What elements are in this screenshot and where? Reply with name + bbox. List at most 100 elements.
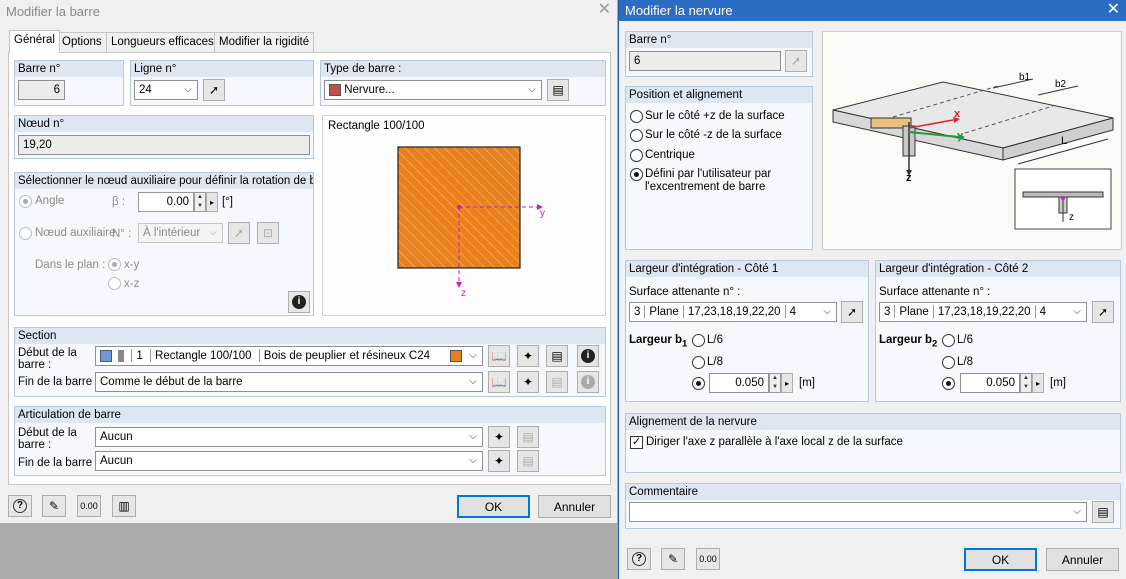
tab-options[interactable]: Options [57,32,107,52]
diagram-L: L [1061,135,1068,147]
ok-button[interactable]: OK [964,548,1037,571]
side1-surface-select[interactable]: 3 Plane 17,23,18,19,22,20 4 ⌵ [629,302,837,322]
cancel-button[interactable]: Annuler [538,495,611,518]
new-icon: ✦ [522,349,534,363]
pos-plus-z-label: Sur le côté +z de la surface [645,110,785,122]
side1-arrow-button[interactable]: ▸ [781,373,793,393]
section-new-button[interactable]: ✦ [517,345,539,367]
plane-label: Dans le plan : [35,259,106,271]
side2-l6-radio[interactable] [942,334,955,347]
side1-unit: [m] [799,377,815,389]
report-button[interactable]: ▥ [112,495,136,517]
section-end-select[interactable]: Comme le début de la barre ⌵ [95,372,483,392]
section-end-library-button[interactable]: 📖 [488,371,510,393]
book-icon: 📖 [491,349,507,363]
side1-surface-label: Surface attenante n° : [629,286,741,298]
beta-arrow-button[interactable]: ▸ [206,192,218,212]
edit-type-button[interactable]: ▤ [547,79,569,101]
close-icon[interactable]: ✕ [598,1,611,19]
help-button[interactable]: ? [8,495,32,517]
aux-node-label: Nœud auxiliaire [35,227,116,239]
tab-rigidite[interactable]: Modifier la rigidité [214,32,315,52]
section-start-select[interactable]: 1 Rectangle 100/100 Bois de peuplier et … [95,346,483,366]
chevron-down-icon: ⌵ [209,227,217,238]
side1-width-input[interactable]: 0.050 [709,373,769,393]
side2-l8-radio[interactable] [942,356,955,369]
plane-xy-radio[interactable] [108,258,121,271]
cancel-button[interactable]: Annuler [1046,548,1119,571]
close-icon[interactable]: ✕ [1107,1,1120,19]
side1-l6-radio[interactable] [692,334,705,347]
section-end-new-button[interactable]: ✦ [517,371,539,393]
ligne-select[interactable]: 24 ⌵ [134,80,198,100]
type-select[interactable]: Nervure... ⌵ [324,80,542,100]
units-button[interactable]: 0.00 [77,495,101,517]
pos-user-radio[interactable] [630,168,643,181]
info-button[interactable]: i [288,291,310,313]
beta-spinner[interactable]: ▲ ▼ [194,192,206,212]
chevron-down-icon: ⌵ [1073,306,1081,317]
units-button[interactable]: 0.00 [696,548,720,570]
diagram-y: y [957,130,964,142]
side2-pick-button[interactable]: ➚ [1092,301,1114,323]
side1-pick-button[interactable]: ➚ [841,301,863,323]
barre-label: Barre n° [15,61,123,77]
pick-ligne-button[interactable]: ➚ [203,79,225,101]
aux-header: Sélectionner le nœud auxiliaire pour déf… [15,173,313,189]
info-icon: i [292,295,306,309]
angle-radio[interactable] [19,195,32,208]
artic-end-select[interactable]: Aucun ⌵ [95,451,483,471]
side2-spinner[interactable]: ▲ ▼ [1020,373,1032,393]
comment-edit-button[interactable]: ▤ [1092,501,1114,523]
pointer-icon: ➚ [790,54,802,68]
align-z-checkbox[interactable]: ✓ [630,436,643,449]
tab-longueurs[interactable]: Longueurs efficaces [106,32,219,52]
artic-end-label: Fin de la barre : [18,457,99,469]
artic-start-new-button[interactable]: ✦ [488,426,510,448]
pos-minus-z-radio[interactable] [630,129,643,142]
book-icon: 📖 [491,375,507,389]
side1-spinner[interactable]: ▲ ▼ [769,373,781,393]
side2-l8-label: L/8 [957,356,973,368]
tab-general[interactable]: Général [9,30,60,53]
help-button[interactable]: ? [627,548,651,570]
align-z-label: Diriger l'axe z parallèle à l'axe local … [646,436,903,448]
pick-barre-button[interactable]: ➚ [785,50,807,72]
chevron-down-icon: ⌵ [469,350,477,361]
side1-value-radio[interactable] [692,377,705,390]
pick-surface-icon: ➚ [1097,305,1109,319]
pick-aux-node-button[interactable]: ➚ [228,222,250,244]
pos-plus-z-radio[interactable] [630,110,643,123]
artic-end-new-button[interactable]: ✦ [488,450,510,472]
diagram-b2: b2 [1055,79,1067,90]
comment-input[interactable]: ⌵ [629,502,1087,522]
new-aux-node-button[interactable]: ⊡ [257,222,279,244]
section-end-edit-button[interactable]: ▤ [546,371,568,393]
section-start-label: Début de la barre : [18,347,77,371]
aux-node-select[interactable]: À l'intérieur ⌵ [138,223,223,243]
artic-end-edit-button[interactable]: ▤ [517,450,539,472]
edit-text-button[interactable]: ✎ [661,548,685,570]
info-icon: i [581,375,595,389]
section-end-info-button[interactable]: i [577,371,599,393]
aux-node-radio[interactable] [19,227,32,240]
section-info-button[interactable]: i [577,345,599,367]
artic-start-edit-button[interactable]: ▤ [517,426,539,448]
edit-text-button[interactable]: ✎ [42,495,66,517]
chevron-down-icon: ⌵ [528,84,536,95]
section-library-button[interactable]: 📖 [488,345,510,367]
artic-start-select[interactable]: Aucun ⌵ [95,427,483,447]
chevron-down-icon: ⌵ [469,376,477,387]
side2-value-radio[interactable] [942,377,955,390]
section-edit-button[interactable]: ▤ [546,345,568,367]
ok-button[interactable]: OK [457,495,530,518]
side2-width-input[interactable]: 0.050 [960,373,1020,393]
edit-icon: ▤ [551,375,563,389]
side2-surface-select[interactable]: 3 Plane 17,23,18,19,22,20 4 ⌵ [879,302,1087,322]
beta-input[interactable]: 0.00 [138,192,194,212]
side2-arrow-button[interactable]: ▸ [1032,373,1044,393]
rib-diagram: b1 b2 L x y z z [822,31,1122,250]
side1-l8-radio[interactable] [692,356,705,369]
pos-centric-radio[interactable] [630,149,643,162]
plane-xz-radio[interactable] [108,277,121,290]
